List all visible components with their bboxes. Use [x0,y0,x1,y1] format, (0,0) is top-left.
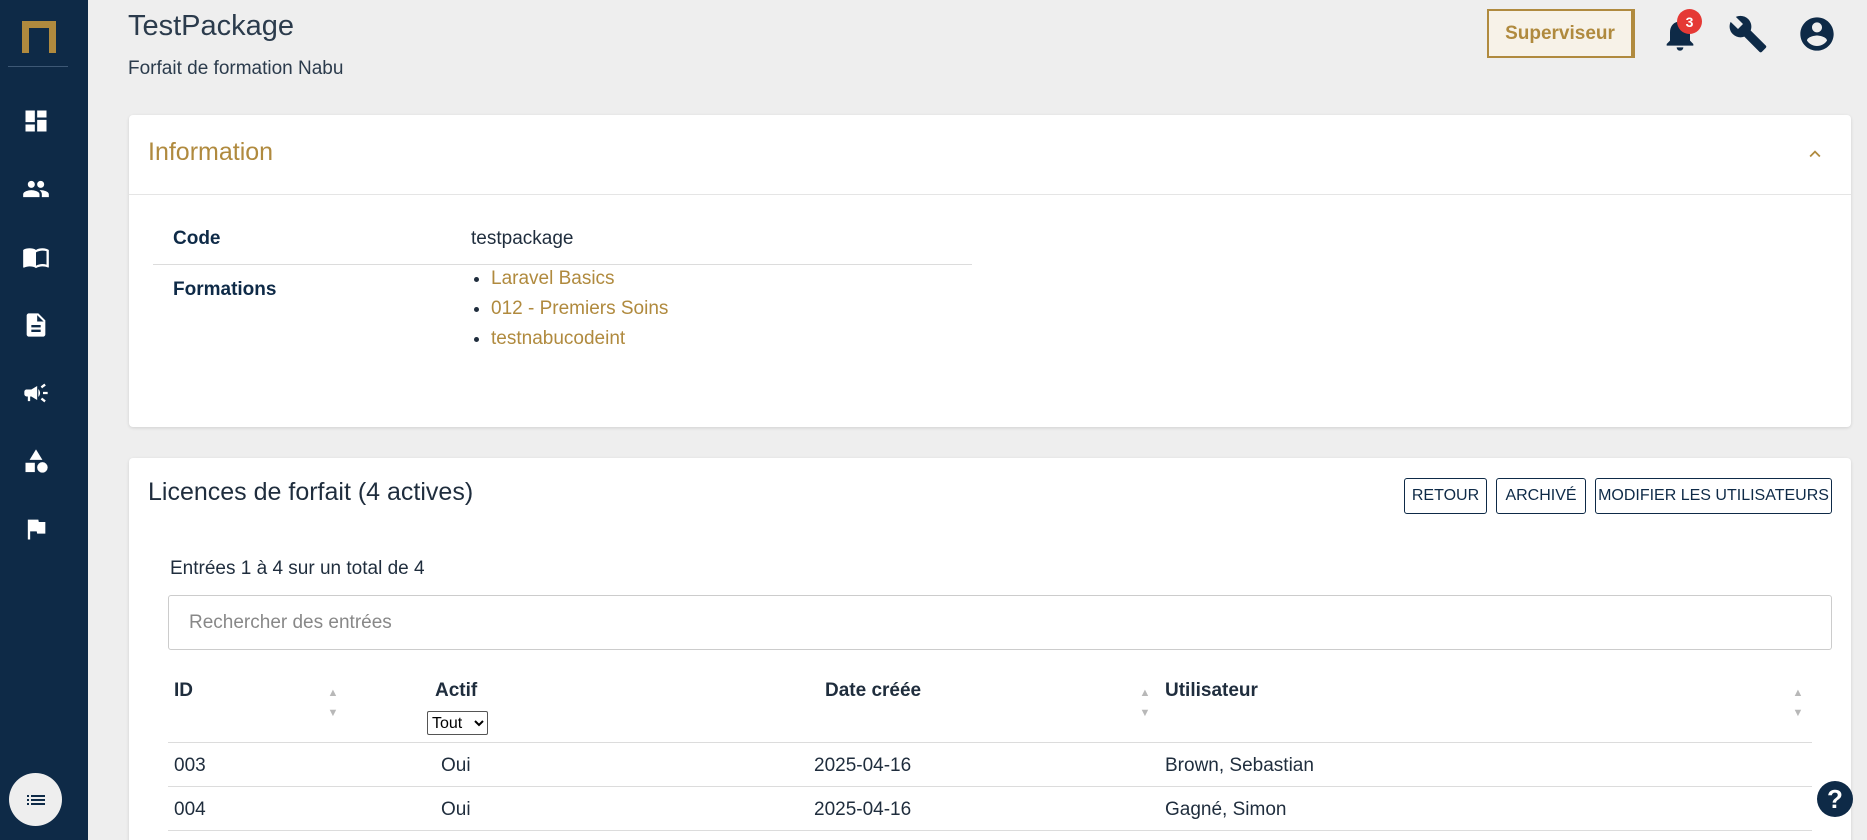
sidebar [0,0,88,840]
sidebar-item-reports[interactable] [20,513,52,545]
page-title: TestPackage [128,10,295,42]
list-item: testnabucodeint [491,324,668,354]
chevron-up-icon [1809,150,1821,158]
back-button[interactable]: RETOUR [1404,478,1487,514]
column-header-user[interactable]: Utilisateur [1165,680,1258,702]
formations-label: Formations [173,279,277,300]
information-card: Information Code testpackage Formations … [129,115,1851,427]
cell-date: 2025-04-16 [814,799,912,820]
sidebar-item-documents[interactable] [20,309,52,341]
cell-id: 003 [174,755,206,776]
sidebar-item-courses[interactable] [20,241,52,273]
page-subtitle: Forfait de formation Nabu [128,58,344,79]
tools-button[interactable] [1726,12,1770,56]
cell-user: Gagné, Simon [1165,799,1287,820]
sort-user-icon[interactable]: ▲ ▼ [1792,683,1804,723]
cell-active: Oui [441,799,471,820]
list-icon [26,794,45,805]
sidebar-item-dashboard[interactable] [20,105,52,137]
information-title: Information [148,138,274,166]
formation-link[interactable]: 012 - Premiers Soins [491,298,668,319]
formation-link[interactable]: Laravel Basics [491,268,615,289]
sidebar-item-users[interactable] [20,173,52,205]
archived-button[interactable]: ARCHIVÉ [1496,478,1586,514]
list-item: 012 - Premiers Soins [491,294,668,324]
notification-badge: 3 [1677,9,1702,34]
sidebar-item-announcements[interactable] [20,377,52,409]
flag-icon [27,519,46,540]
search-input[interactable] [168,595,1832,650]
formation-link[interactable]: testnabucodeint [491,328,625,349]
collapse-button[interactable] [1804,143,1826,165]
code-value: testpackage [471,228,574,249]
bottom-menu-button[interactable] [9,773,62,826]
formations-row: Formations Laravel Basics 012 - Premiers… [153,266,972,386]
table-row[interactable]: 004 Oui 2025-04-16 Gagné, Simon [168,787,1812,831]
book-icon [23,248,49,269]
shapes-icon [25,449,48,473]
cell-user: Brown, Sebastian [1165,755,1314,776]
sort-date-icon[interactable]: ▲ ▼ [1139,683,1151,723]
dashboard-icon [25,110,47,132]
active-filter-select[interactable]: Tout [427,711,488,735]
information-card-header[interactable]: Information [129,115,1851,195]
account-circle-icon [1800,17,1834,51]
licenses-title: Licences de forfait (4 actives) [148,478,474,506]
supervisor-button[interactable]: Superviseur [1487,9,1635,58]
help-button[interactable]: ? [1817,781,1853,817]
licenses-card: Licences de forfait (4 actives) RETOUR A… [129,458,1851,840]
cell-date: 2025-04-16 [814,755,912,776]
code-label: Code [173,228,221,249]
nabu-logo[interactable] [20,19,58,53]
code-row: Code testpackage [153,215,972,265]
cell-active: Oui [441,755,471,776]
wrench-icon [1729,15,1767,53]
column-header-active[interactable]: Actif [435,680,477,702]
account-button[interactable] [1795,12,1839,56]
users-icon [23,180,49,198]
column-header-date[interactable]: Date créée [825,680,921,702]
entries-count: Entrées 1 à 4 sur un total de 4 [170,558,425,579]
column-header-id[interactable]: ID [174,680,193,702]
edit-users-button[interactable]: MODIFIER LES UTILISATEURS [1595,478,1832,514]
document-icon [26,313,46,337]
sidebar-divider [8,66,68,67]
formations-list: Laravel Basics 012 - Premiers Soins test… [471,264,668,354]
sidebar-item-categories[interactable] [20,445,52,477]
table-row[interactable]: 003 Oui 2025-04-16 Brown, Sebastian [168,743,1812,787]
megaphone-icon [24,383,48,403]
cell-id: 004 [174,799,206,820]
list-item: Laravel Basics [491,264,668,294]
sort-id-icon[interactable]: ▲ ▼ [327,683,339,723]
